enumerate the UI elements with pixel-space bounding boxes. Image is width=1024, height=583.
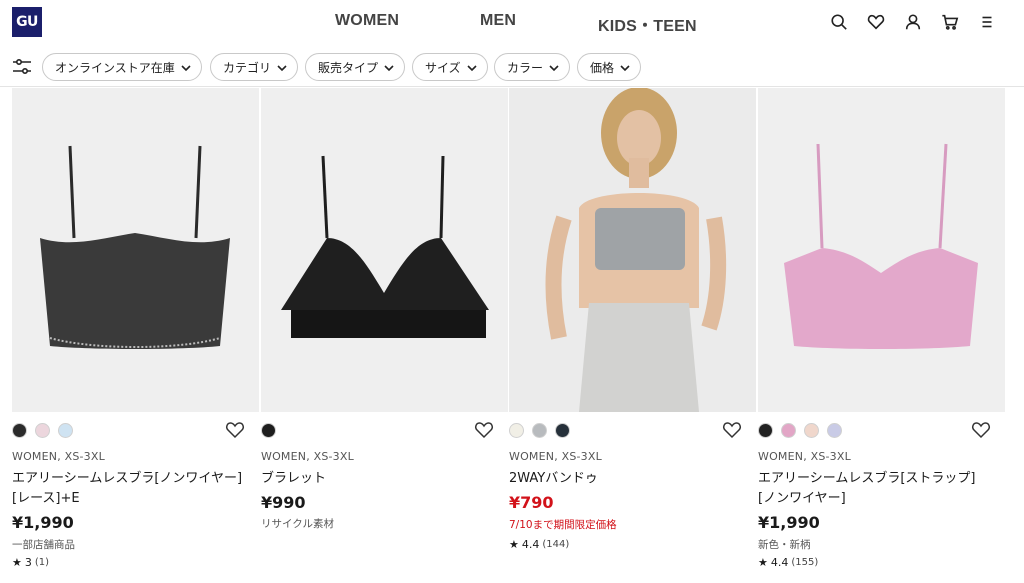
color-swatch[interactable] bbox=[12, 423, 27, 438]
rating-count: (144) bbox=[542, 539, 570, 550]
product-name[interactable]: エアリーシームレスブラ[ノンワイヤー][レース]+E bbox=[12, 469, 247, 509]
nav-kids-teen[interactable]: KIDS・TEEN bbox=[598, 12, 697, 36]
color-swatch[interactable] bbox=[35, 423, 50, 438]
star-icon: ★ bbox=[509, 538, 519, 551]
cart-icon[interactable] bbox=[939, 11, 961, 33]
nav-women[interactable]: WOMEN bbox=[335, 12, 399, 30]
star-icon: ★ bbox=[758, 556, 768, 569]
product-meta: WOMEN, XS-3XL bbox=[12, 450, 105, 463]
color-swatch[interactable] bbox=[509, 423, 524, 438]
product-image[interactable] bbox=[509, 88, 756, 412]
filter-sliders-icon[interactable] bbox=[12, 58, 32, 76]
favorite-heart-icon[interactable] bbox=[474, 421, 494, 439]
color-swatch[interactable] bbox=[804, 423, 819, 438]
product-image[interactable] bbox=[261, 88, 508, 412]
color-swatch[interactable] bbox=[555, 423, 570, 438]
chevron-down-icon bbox=[277, 62, 287, 72]
chevron-down-icon bbox=[620, 62, 630, 72]
filter-bar: オンラインストア在庫 カテゴリ 販売タイプ サイズ カラー 価格 bbox=[0, 47, 1024, 87]
filter-chip-size[interactable]: サイズ bbox=[412, 53, 488, 81]
account-icon[interactable] bbox=[902, 11, 924, 33]
favorite-heart-icon[interactable] bbox=[225, 421, 245, 439]
search-icon[interactable] bbox=[828, 11, 850, 33]
product-name[interactable]: エアリーシームレスブラ[ストラップ][ノンワイヤー] bbox=[758, 469, 993, 509]
product-meta: WOMEN, XS-3XL bbox=[758, 450, 851, 463]
product-note: リサイクル素材 bbox=[261, 518, 334, 530]
product-name[interactable]: 2WAYバンドゥ bbox=[509, 469, 744, 489]
color-swatch[interactable] bbox=[532, 423, 547, 438]
menu-icon[interactable] bbox=[976, 11, 998, 33]
site-header: GU WOMEN MEN KIDS・TEEN bbox=[0, 0, 1024, 46]
product-card[interactable]: WOMEN, XS-3XL ブラレット ¥990 リサイクル素材 bbox=[261, 88, 508, 583]
filter-chip-category[interactable]: カテゴリ bbox=[210, 53, 299, 81]
product-note: 7/10まで期間限定価格 bbox=[509, 519, 617, 531]
gu-logo[interactable]: GU bbox=[12, 7, 42, 37]
chevron-down-icon bbox=[549, 62, 559, 72]
rating-count: (155) bbox=[791, 557, 819, 568]
filter-chip-color[interactable]: カラー bbox=[494, 53, 571, 81]
product-rating: ★ 3 (1) bbox=[12, 556, 49, 569]
color-swatches bbox=[758, 423, 842, 439]
filter-chip-sale-type[interactable]: 販売タイプ bbox=[305, 53, 406, 81]
color-swatches bbox=[261, 423, 276, 439]
color-swatch[interactable] bbox=[827, 423, 842, 438]
chevron-down-icon bbox=[467, 62, 477, 72]
nav-men[interactable]: MEN bbox=[480, 12, 516, 30]
product-price: ¥1,990 bbox=[12, 513, 74, 532]
filter-chip-label: カテゴリ bbox=[223, 60, 272, 75]
product-name[interactable]: ブラレット bbox=[261, 469, 496, 489]
color-swatches bbox=[12, 423, 73, 439]
product-rating: ★ 4.4 (155) bbox=[758, 556, 818, 569]
favorite-heart-icon[interactable] bbox=[971, 421, 991, 439]
product-rating: ★ 4.4 (144) bbox=[509, 538, 569, 551]
chevron-down-icon bbox=[181, 62, 191, 72]
product-card[interactable]: WOMEN, XS-3XL エアリーシームレスブラ[ストラップ][ノンワイヤー]… bbox=[758, 88, 1005, 583]
rating-value: 4.4 bbox=[770, 556, 789, 569]
product-price: ¥1,990 bbox=[758, 513, 820, 532]
product-note: 一部店舗商品 bbox=[12, 539, 75, 551]
favorite-heart-icon[interactable] bbox=[722, 421, 742, 439]
color-swatch[interactable] bbox=[261, 423, 276, 438]
chevron-down-icon bbox=[384, 62, 394, 72]
product-image[interactable] bbox=[758, 88, 1005, 412]
color-swatch[interactable] bbox=[781, 423, 796, 438]
rating-count: (1) bbox=[34, 557, 50, 568]
product-price: ¥990 bbox=[261, 493, 306, 512]
rating-value: 3 bbox=[24, 556, 32, 569]
product-card[interactable]: WOMEN, XS-3XL エアリーシームレスブラ[ノンワイヤー][レース]+E… bbox=[12, 88, 259, 583]
heart-icon[interactable] bbox=[865, 11, 887, 33]
filter-chip-price[interactable]: 価格 bbox=[577, 53, 642, 81]
color-swatch[interactable] bbox=[758, 423, 773, 438]
product-price: ¥790 bbox=[509, 493, 554, 512]
product-note: 新色・新柄 bbox=[758, 539, 811, 551]
star-icon: ★ bbox=[12, 556, 22, 569]
product-meta: WOMEN, XS-3XL bbox=[509, 450, 602, 463]
product-card[interactable]: WOMEN, XS-3XL 2WAYバンドゥ ¥790 7/10まで期間限定価格… bbox=[509, 88, 756, 583]
filter-chip-label: カラー bbox=[507, 60, 544, 75]
filter-chip-label: 販売タイプ bbox=[318, 60, 379, 75]
filter-chip-stock[interactable]: オンラインストア在庫 bbox=[42, 53, 202, 81]
color-swatches bbox=[509, 423, 570, 439]
color-swatch[interactable] bbox=[58, 423, 73, 438]
filter-chip-label: オンラインストア在庫 bbox=[55, 60, 175, 75]
filter-chip-label: 価格 bbox=[590, 60, 615, 75]
rating-value: 4.4 bbox=[521, 538, 540, 551]
product-image[interactable] bbox=[12, 88, 259, 412]
product-meta: WOMEN, XS-3XL bbox=[261, 450, 354, 463]
filter-chip-label: サイズ bbox=[425, 60, 461, 75]
